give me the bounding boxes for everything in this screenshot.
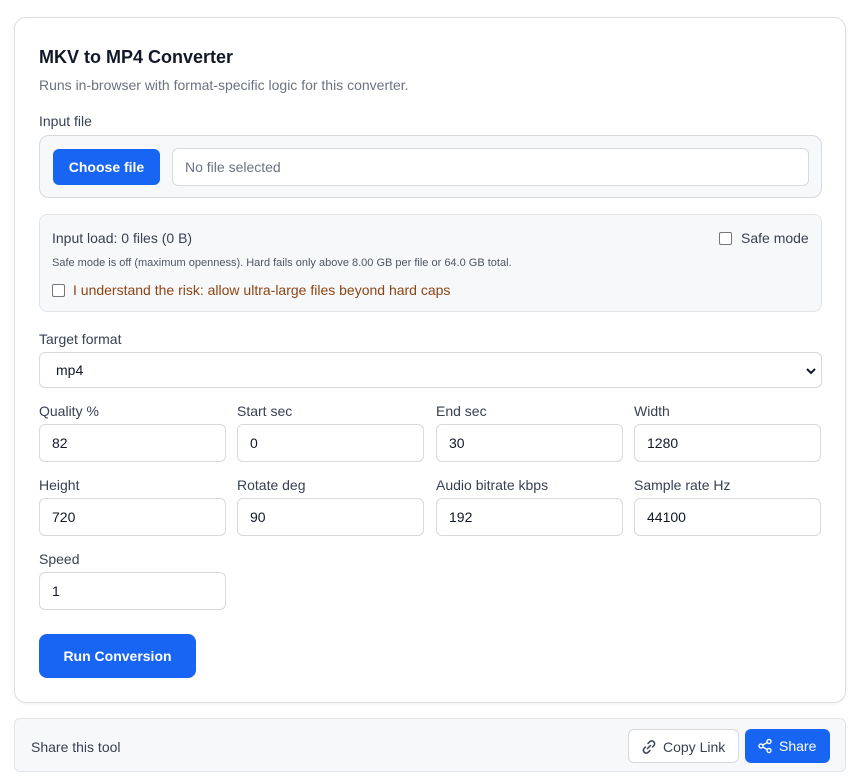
rotate-deg-label: Rotate deg bbox=[237, 477, 306, 493]
height-label: Height bbox=[39, 477, 80, 493]
share-label: Share bbox=[779, 738, 817, 754]
input-load-panel: Input load: 0 files (0 B) Safe mode is o… bbox=[39, 214, 822, 312]
height-input[interactable]: 720 bbox=[39, 498, 226, 536]
audio-bitrate-label: Audio bitrate kbps bbox=[436, 477, 549, 493]
quality-input[interactable]: 82 bbox=[39, 424, 226, 462]
safe-mode-checkbox[interactable] bbox=[719, 232, 732, 245]
input-load-text: Input load: 0 files (0 B) bbox=[52, 230, 193, 246]
file-input-group: Choose file No file selected bbox=[39, 135, 822, 198]
file-status-field[interactable]: No file selected bbox=[172, 148, 809, 186]
quality-label: Quality % bbox=[39, 403, 99, 419]
sample-rate-input[interactable]: 44100 bbox=[634, 498, 821, 536]
target-format-select[interactable]: mp4 bbox=[39, 352, 822, 388]
audio-bitrate-input[interactable]: 192 bbox=[436, 498, 623, 536]
share-bar: Share this tool Copy Link Share bbox=[14, 718, 846, 772]
page-title: MKV to MP4 Converter bbox=[39, 47, 234, 67]
chevron-down-icon bbox=[806, 368, 816, 375]
sample-rate-label: Sample rate Hz bbox=[634, 477, 731, 493]
copy-link-button[interactable]: Copy Link bbox=[628, 729, 739, 763]
converter-card: MKV to MP4 Converter Runs in-browser wit… bbox=[14, 17, 846, 703]
copy-link-label: Copy Link bbox=[663, 739, 726, 755]
target-format-value: mp4 bbox=[56, 362, 84, 378]
input-file-label: Input file bbox=[39, 113, 92, 129]
share-button[interactable]: Share bbox=[745, 729, 830, 763]
width-label: Width bbox=[634, 403, 670, 419]
end-sec-input[interactable]: 30 bbox=[436, 424, 623, 462]
start-sec-input[interactable]: 0 bbox=[237, 424, 424, 462]
speed-input[interactable]: 1 bbox=[39, 572, 226, 610]
start-sec-label: Start sec bbox=[237, 403, 293, 419]
width-input[interactable]: 1280 bbox=[634, 424, 821, 462]
run-conversion-button[interactable]: Run Conversion bbox=[39, 634, 196, 678]
safe-mode-label[interactable]: Safe mode bbox=[741, 230, 809, 246]
end-sec-label: End sec bbox=[436, 403, 487, 419]
choose-file-button[interactable]: Choose file bbox=[53, 149, 160, 185]
risk-label[interactable]: I understand the risk: allow ultra-large… bbox=[73, 282, 450, 298]
speed-label: Speed bbox=[39, 551, 80, 567]
share-icon bbox=[758, 738, 772, 754]
risk-checkbox[interactable] bbox=[52, 284, 65, 297]
safe-mode-note: Safe mode is off (maximum openness). Har… bbox=[52, 257, 512, 269]
page-subtitle: Runs in-browser with format-specific log… bbox=[39, 77, 409, 93]
link-icon bbox=[642, 740, 656, 754]
target-format-label: Target format bbox=[39, 331, 122, 347]
rotate-deg-input[interactable]: 90 bbox=[237, 498, 424, 536]
share-text: Share this tool bbox=[31, 739, 121, 755]
